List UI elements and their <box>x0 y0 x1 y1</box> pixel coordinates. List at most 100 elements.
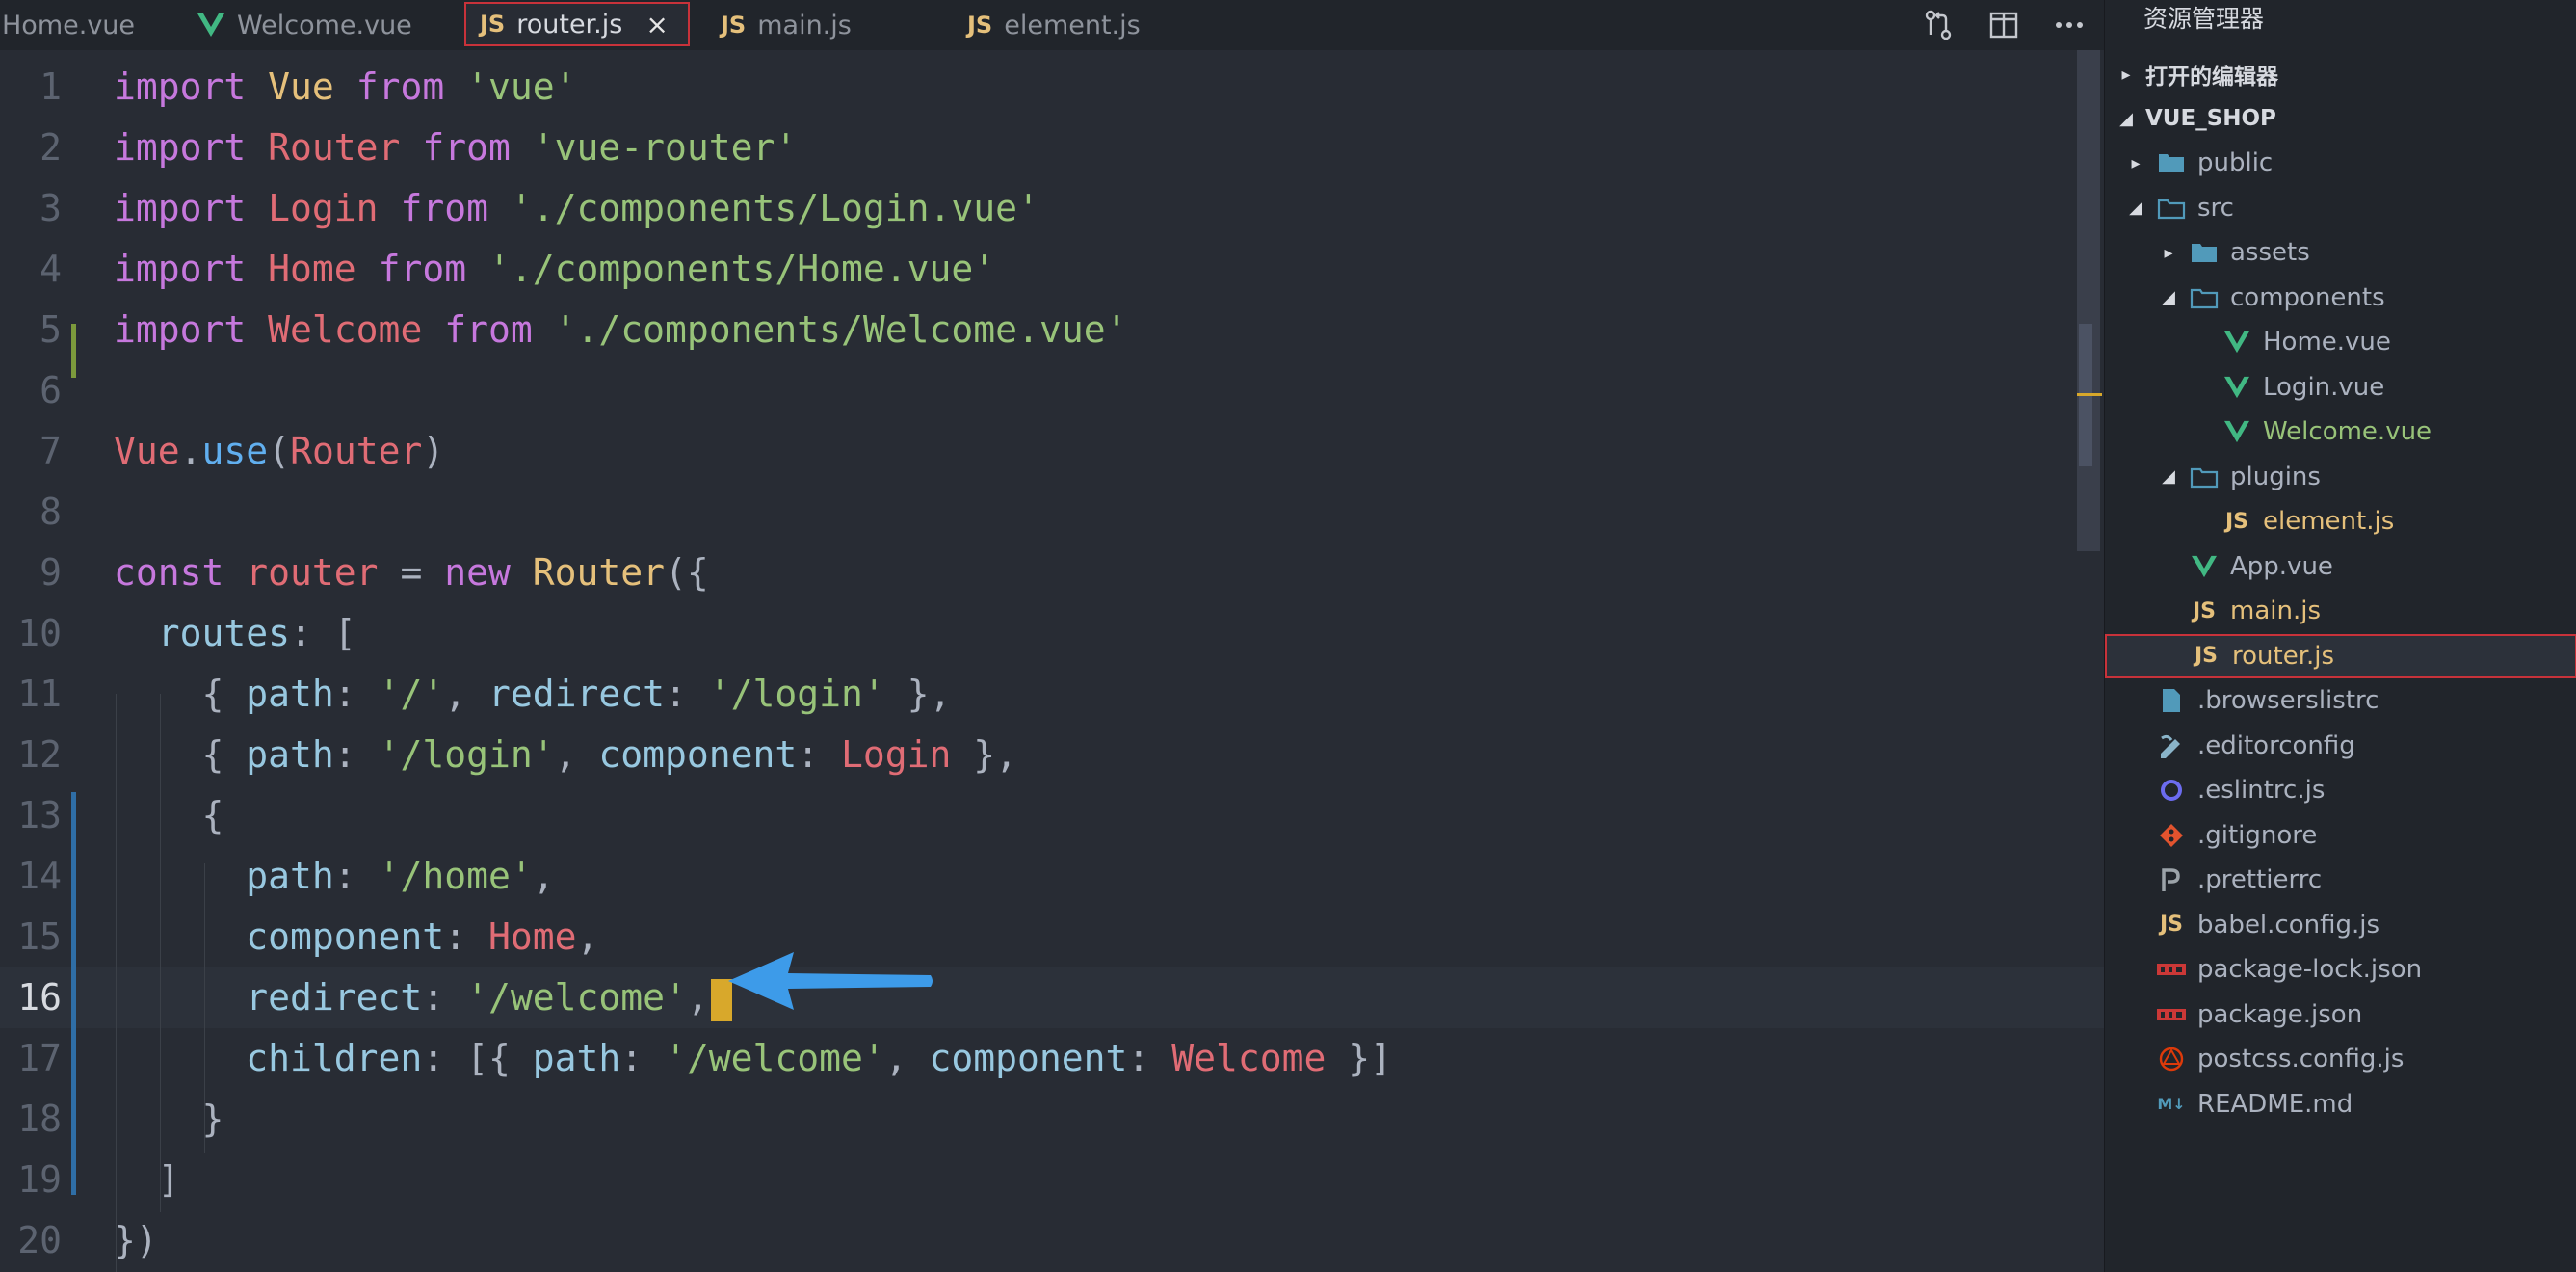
tree-item-welcome-vue[interactable]: Welcome.vue <box>2105 410 2576 454</box>
code-text: import Home from './components/Home.vue' <box>114 248 996 290</box>
line-number: 5 <box>39 308 62 351</box>
folder-open-icon <box>2188 283 2221 312</box>
tree-item-public[interactable]: ▸ public <box>2105 141 2576 185</box>
code-line[interactable]: 4 import Home from './components/Home.vue… <box>0 239 2104 300</box>
tree-item-home-vue[interactable]: Home.vue <box>2105 320 2576 364</box>
tree-item-label: Login.vue <box>2263 372 2385 402</box>
tree-item-readme-md[interactable]: M↓ README.md <box>2105 1082 2576 1126</box>
tab-router-js[interactable]: JS router.js × <box>464 2 690 46</box>
code-line[interactable]: 17 children: [{ path: '/welcome', compon… <box>0 1028 2104 1089</box>
file-icon <box>2155 686 2188 715</box>
project-section[interactable]: ◢ VUE_SHOP <box>2105 96 2576 141</box>
tree-item-browserslistrc[interactable]: .browserslistrc <box>2105 678 2576 723</box>
code-line[interactable]: 7 Vue.use(Router) <box>0 421 2104 482</box>
js-icon: JS <box>2194 644 2219 668</box>
tree-item-label: components <box>2230 282 2385 312</box>
tree-item-router-js[interactable]: JS router.js <box>2105 633 2576 678</box>
code-text: import Welcome from './components/Welcom… <box>114 308 1128 351</box>
npm-icon <box>2155 1000 2188 1029</box>
tree-item-label: plugins <box>2230 462 2321 491</box>
code-line[interactable]: 9 const router = new Router({ <box>0 543 2104 603</box>
tab-welcome-vue[interactable]: Welcome.vue <box>183 0 451 50</box>
tree-item-label: package.json <box>2197 999 2363 1029</box>
line-number: 19 <box>17 1158 62 1201</box>
code-text: redirect: '/welcome', <box>114 967 732 1028</box>
line-number: 9 <box>39 551 62 594</box>
tab-home-vue[interactable]: Home.vue <box>0 0 171 50</box>
folder-icon <box>2155 148 2188 177</box>
section-label: VUE_SHOP <box>2145 106 2276 131</box>
code-line[interactable]: 2 import Router from 'vue-router' <box>0 118 2104 178</box>
js-icon: JS <box>2224 509 2249 534</box>
code-line[interactable]: 12 { path: '/login', component: Login }, <box>0 725 2104 785</box>
vue-icon <box>197 13 224 37</box>
code-line[interactable]: 10 routes: [ <box>0 603 2104 664</box>
code-line[interactable]: 1 import Vue from 'vue' <box>0 57 2104 118</box>
js-icon: JS <box>480 11 506 38</box>
code-line[interactable]: 11 { path: '/', redirect: '/login' }, <box>0 664 2104 725</box>
code-line[interactable]: 5 import Welcome from './components/Welco… <box>0 300 2104 360</box>
more-actions-icon[interactable] <box>2050 6 2089 44</box>
tab-label: router.js <box>516 9 623 40</box>
line-number: 8 <box>39 490 62 533</box>
indent-guide <box>204 863 205 1153</box>
minimap-cursor-marker <box>2077 393 2102 396</box>
code-line[interactable]: 14 path: '/home', <box>0 846 2104 907</box>
chevron-down-icon: ◢ <box>2162 466 2175 487</box>
tree-item-main-js[interactable]: JS main.js <box>2105 589 2576 633</box>
code-line[interactable]: 19 ] <box>0 1150 2104 1210</box>
code-line[interactable]: 6 <box>0 360 2104 421</box>
tab-label: element.js <box>1004 10 1141 40</box>
chevron-down-icon: ◢ <box>2162 287 2175 307</box>
code-line[interactable]: 16 redirect: '/welcome', <box>0 967 2104 1028</box>
tree-item-label: main.js <box>2230 596 2321 625</box>
split-editor-icon[interactable] <box>1985 6 2023 44</box>
vue-icon <box>2188 552 2221 581</box>
code-line[interactable]: 3 import Login from './components/Login.v… <box>0 178 2104 239</box>
code-text: Vue.use(Router) <box>114 430 445 472</box>
tree-item-label: element.js <box>2263 507 2395 536</box>
explorer-sidebar: 资源管理器 ▸ 打开的编辑器 ◢ VUE_SHOP ▸ public ◢ src ▸ as… <box>2104 0 2576 1272</box>
code-line[interactable]: 18 } <box>0 1089 2104 1150</box>
tree-item-package-json[interactable]: package.json <box>2105 993 2576 1037</box>
tree-item-element-js[interactable]: JS element.js <box>2105 499 2576 543</box>
tree-item-babel-config-js[interactable]: JS babel.config.js <box>2105 903 2576 947</box>
js-icon: JS <box>967 12 993 39</box>
tree-item-prettierrc[interactable]: .prettierrc <box>2105 858 2576 902</box>
vue-icon <box>2221 328 2253 357</box>
js-icon: JS <box>721 12 747 39</box>
tree-item-src[interactable]: ◢ src <box>2105 186 2576 230</box>
chevron-right-icon: ▸ <box>2164 242 2173 263</box>
tree-item-login-vue[interactable]: Login.vue <box>2105 365 2576 410</box>
tree-item-assets[interactable]: ▸ assets <box>2105 230 2576 275</box>
open-editors-section[interactable]: ▸ 打开的编辑器 <box>2105 52 2576 96</box>
postcss-icon <box>2155 1045 2188 1073</box>
tab-label: Home.vue <box>2 10 136 40</box>
tree-item-plugins[interactable]: ◢ plugins <box>2105 455 2576 499</box>
tree-item-gitignore[interactable]: .gitignore <box>2105 813 2576 858</box>
code-line[interactable]: 20}) <box>0 1210 2104 1271</box>
tree-item-app-vue[interactable]: App.vue <box>2105 544 2576 589</box>
editor-scrollbar[interactable] <box>2077 50 2100 551</box>
tree-item-postcss-config-js[interactable]: postcss.config.js <box>2105 1037 2576 1081</box>
close-icon[interactable]: × <box>645 9 668 40</box>
code-editor[interactable]: 1 import Vue from 'vue' 2 import Router fro… <box>0 50 2104 1272</box>
tree-item-editorconfig[interactable]: .editorconfig <box>2105 724 2576 768</box>
line-number: 18 <box>17 1098 62 1140</box>
tree-item-components[interactable]: ◢ components <box>2105 276 2576 320</box>
line-number: 12 <box>17 733 62 776</box>
code-line[interactable]: 8 <box>0 482 2104 543</box>
tree-item-eslintrc-js[interactable]: .eslintrc.js <box>2105 768 2576 812</box>
prettier-icon <box>2155 865 2188 894</box>
chevron-right-icon: ▸ <box>2121 64 2131 85</box>
tab-main-js[interactable]: JS main.js <box>707 0 938 50</box>
folder-icon <box>2188 238 2221 267</box>
code-line[interactable]: 15 component: Home, <box>0 907 2104 967</box>
tab-element-js[interactable]: JS element.js <box>954 0 1204 50</box>
tree-item-package-lock-json[interactable]: package-lock.json <box>2105 947 2576 992</box>
line-number: 14 <box>17 855 62 897</box>
code-text: children: [{ path: '/welcome', component… <box>246 1037 1392 1079</box>
line-number: 2 <box>39 126 62 169</box>
open-changes-icon[interactable] <box>1919 6 1958 44</box>
code-line[interactable]: 13 { <box>0 785 2104 846</box>
